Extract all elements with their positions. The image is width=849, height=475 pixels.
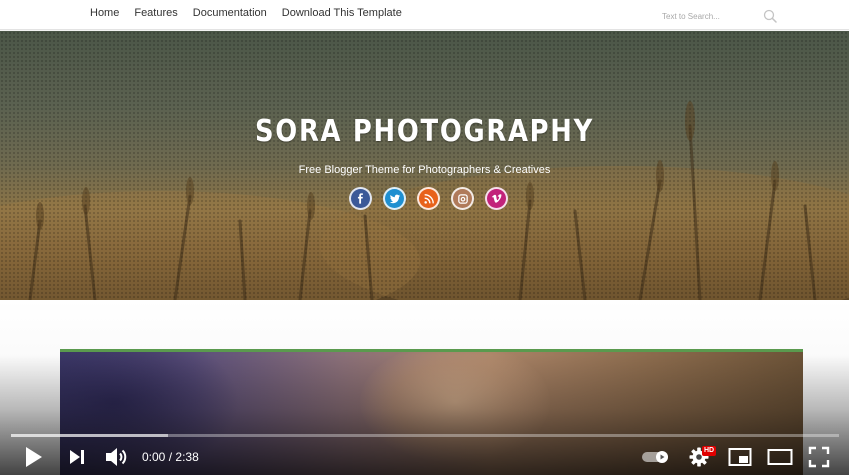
search-box: [662, 8, 777, 24]
top-navigation: Home Features Documentation Download Thi…: [0, 0, 849, 30]
search-input[interactable]: [662, 8, 758, 24]
nav-links: Home Features Documentation Download Thi…: [90, 7, 402, 19]
volume-icon[interactable]: [104, 445, 128, 469]
theater-mode-icon[interactable]: [767, 448, 793, 466]
nav-link-home[interactable]: Home: [90, 7, 119, 19]
facebook-icon[interactable]: [349, 187, 372, 210]
next-icon[interactable]: [68, 448, 86, 466]
time-separator: /: [168, 450, 173, 464]
site-title[interactable]: SORA PHOTOGRAPHY: [59, 114, 789, 149]
site-tagline: Free Blogger Theme for Photographers & C…: [298, 164, 551, 176]
search-icon[interactable]: [763, 9, 777, 23]
autoplay-toggle[interactable]: [641, 450, 671, 464]
nav-link-features[interactable]: Features: [134, 7, 177, 19]
hd-badge: HD: [702, 446, 717, 456]
play-icon[interactable]: [24, 446, 44, 468]
progress-buffered: [11, 434, 169, 437]
nav-link-documentation[interactable]: Documentation: [193, 7, 267, 19]
rss-icon[interactable]: [417, 187, 440, 210]
instagram-icon[interactable]: [451, 187, 474, 210]
social-icons: [349, 187, 508, 210]
nav-link-download-template[interactable]: Download This Template: [282, 7, 402, 19]
hero-header: SORA PHOTOGRAPHY Free Blogger Theme for …: [0, 31, 849, 300]
progress-bar[interactable]: [11, 434, 839, 437]
time-display: 0:00 / 2:38: [142, 450, 199, 464]
page: Home Features Documentation Download Thi…: [0, 0, 849, 475]
miniplayer-icon[interactable]: [728, 447, 752, 467]
twitter-icon[interactable]: [383, 187, 406, 210]
duration: 2:38: [175, 450, 199, 464]
current-time: 0:00: [142, 450, 166, 464]
fullscreen-icon[interactable]: [808, 446, 830, 468]
vimeo-icon[interactable]: [485, 187, 508, 210]
